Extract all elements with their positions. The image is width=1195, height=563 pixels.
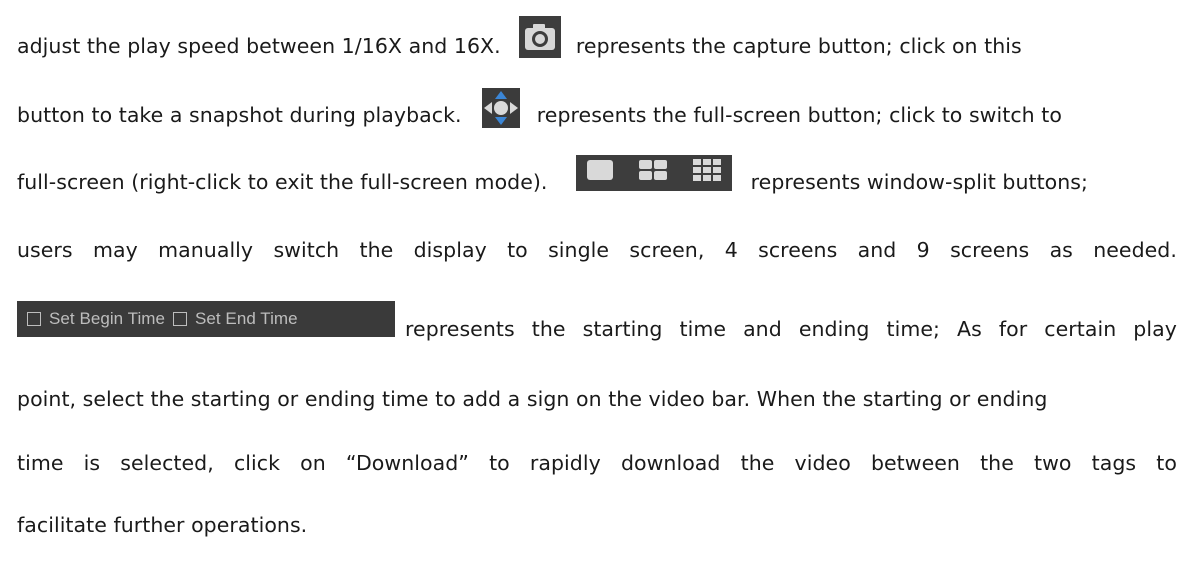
word: is — [83, 451, 101, 475]
text-line-6: point, select the starting or ending tim… — [17, 386, 1047, 412]
word: to — [489, 451, 510, 475]
text-segment: represents the capture button; click on … — [575, 34, 1022, 58]
camera-icon[interactable] — [519, 16, 562, 58]
word: may — [92, 238, 138, 262]
word: to — [507, 238, 528, 262]
word: switch — [273, 238, 340, 262]
word: the — [531, 317, 566, 341]
word: for — [998, 317, 1028, 341]
word: ending — [798, 317, 870, 341]
window-split-buttons — [576, 155, 733, 191]
word: certain — [1044, 317, 1117, 341]
word: represents — [405, 317, 515, 341]
nine-screen-icon[interactable] — [692, 158, 722, 188]
word: time — [17, 451, 64, 475]
word: time; — [886, 317, 940, 341]
word: 4 — [724, 238, 738, 262]
time-range-selector: Set Begin Time Set End Time — [17, 301, 395, 337]
word: screens — [950, 238, 1030, 262]
word: the — [740, 451, 775, 475]
four-arrows-icon[interactable] — [482, 88, 521, 128]
word: screens — [758, 238, 838, 262]
word: to — [1156, 451, 1177, 475]
word: download — [620, 451, 721, 475]
text-segment: represents window-split buttons; — [750, 170, 1088, 194]
text-line-5: Set Begin Time Set End Time represents th… — [17, 296, 1177, 342]
text-line-1: adjust the play speed between 1/16X and … — [17, 16, 1022, 68]
text-line-8: facilitate further operations. — [17, 512, 307, 538]
text-segment: represents the full-screen button; click… — [536, 103, 1062, 127]
set-begin-time-label: Set Begin Time — [49, 309, 165, 328]
text-segment: adjust the play speed between 1/16X and … — [17, 34, 501, 58]
single-screen-icon[interactable] — [586, 159, 614, 187]
text-segment: facilitate further operations. — [17, 513, 308, 537]
word: users — [17, 238, 73, 262]
set-end-time-checkbox[interactable] — [172, 312, 187, 326]
word: screen, — [629, 238, 705, 262]
word: on — [300, 451, 326, 475]
text-segment: full-screen (right-click to exit the ful… — [17, 170, 548, 194]
word: single — [548, 238, 610, 262]
word: starting — [582, 317, 663, 341]
word: the — [980, 451, 1014, 475]
text-segment: represents the starting time and ending time; A… — [405, 316, 1177, 342]
text-line-4: users may manually switch the display to single… — [17, 237, 1177, 263]
word: between — [870, 451, 960, 475]
word: click — [233, 451, 280, 475]
set-end-time-label: Set End Time — [194, 309, 298, 328]
word: play — [1133, 317, 1177, 341]
text-segment: point, select the starting or ending tim… — [17, 387, 1048, 411]
set-begin-time-checkbox[interactable] — [27, 312, 41, 326]
word: tags — [1091, 451, 1137, 475]
word: rapidly — [529, 451, 601, 475]
word: 9 — [916, 238, 930, 262]
word: “Download” — [345, 451, 469, 475]
word: as — [1049, 238, 1073, 262]
word: video — [794, 451, 851, 475]
four-screen-icon[interactable] — [638, 159, 668, 187]
word: time — [679, 317, 727, 341]
text-line-2: button to take a snapshot during playbac… — [17, 88, 1062, 136]
word: selected, — [120, 451, 214, 475]
word: two — [1034, 451, 1072, 475]
word: display — [413, 238, 487, 262]
word: and — [743, 317, 782, 341]
word: manually — [158, 238, 254, 262]
text-segment: button to take a snapshot during playbac… — [17, 103, 462, 127]
word: needed. — [1093, 238, 1177, 262]
word: the — [359, 238, 394, 262]
text-line-3: full-screen (right-click to exit the ful… — [17, 155, 1088, 199]
word: As — [957, 317, 982, 341]
word: and — [857, 238, 897, 262]
text-line-7: time is selected, click on “Download” to rapidl… — [17, 450, 1177, 476]
